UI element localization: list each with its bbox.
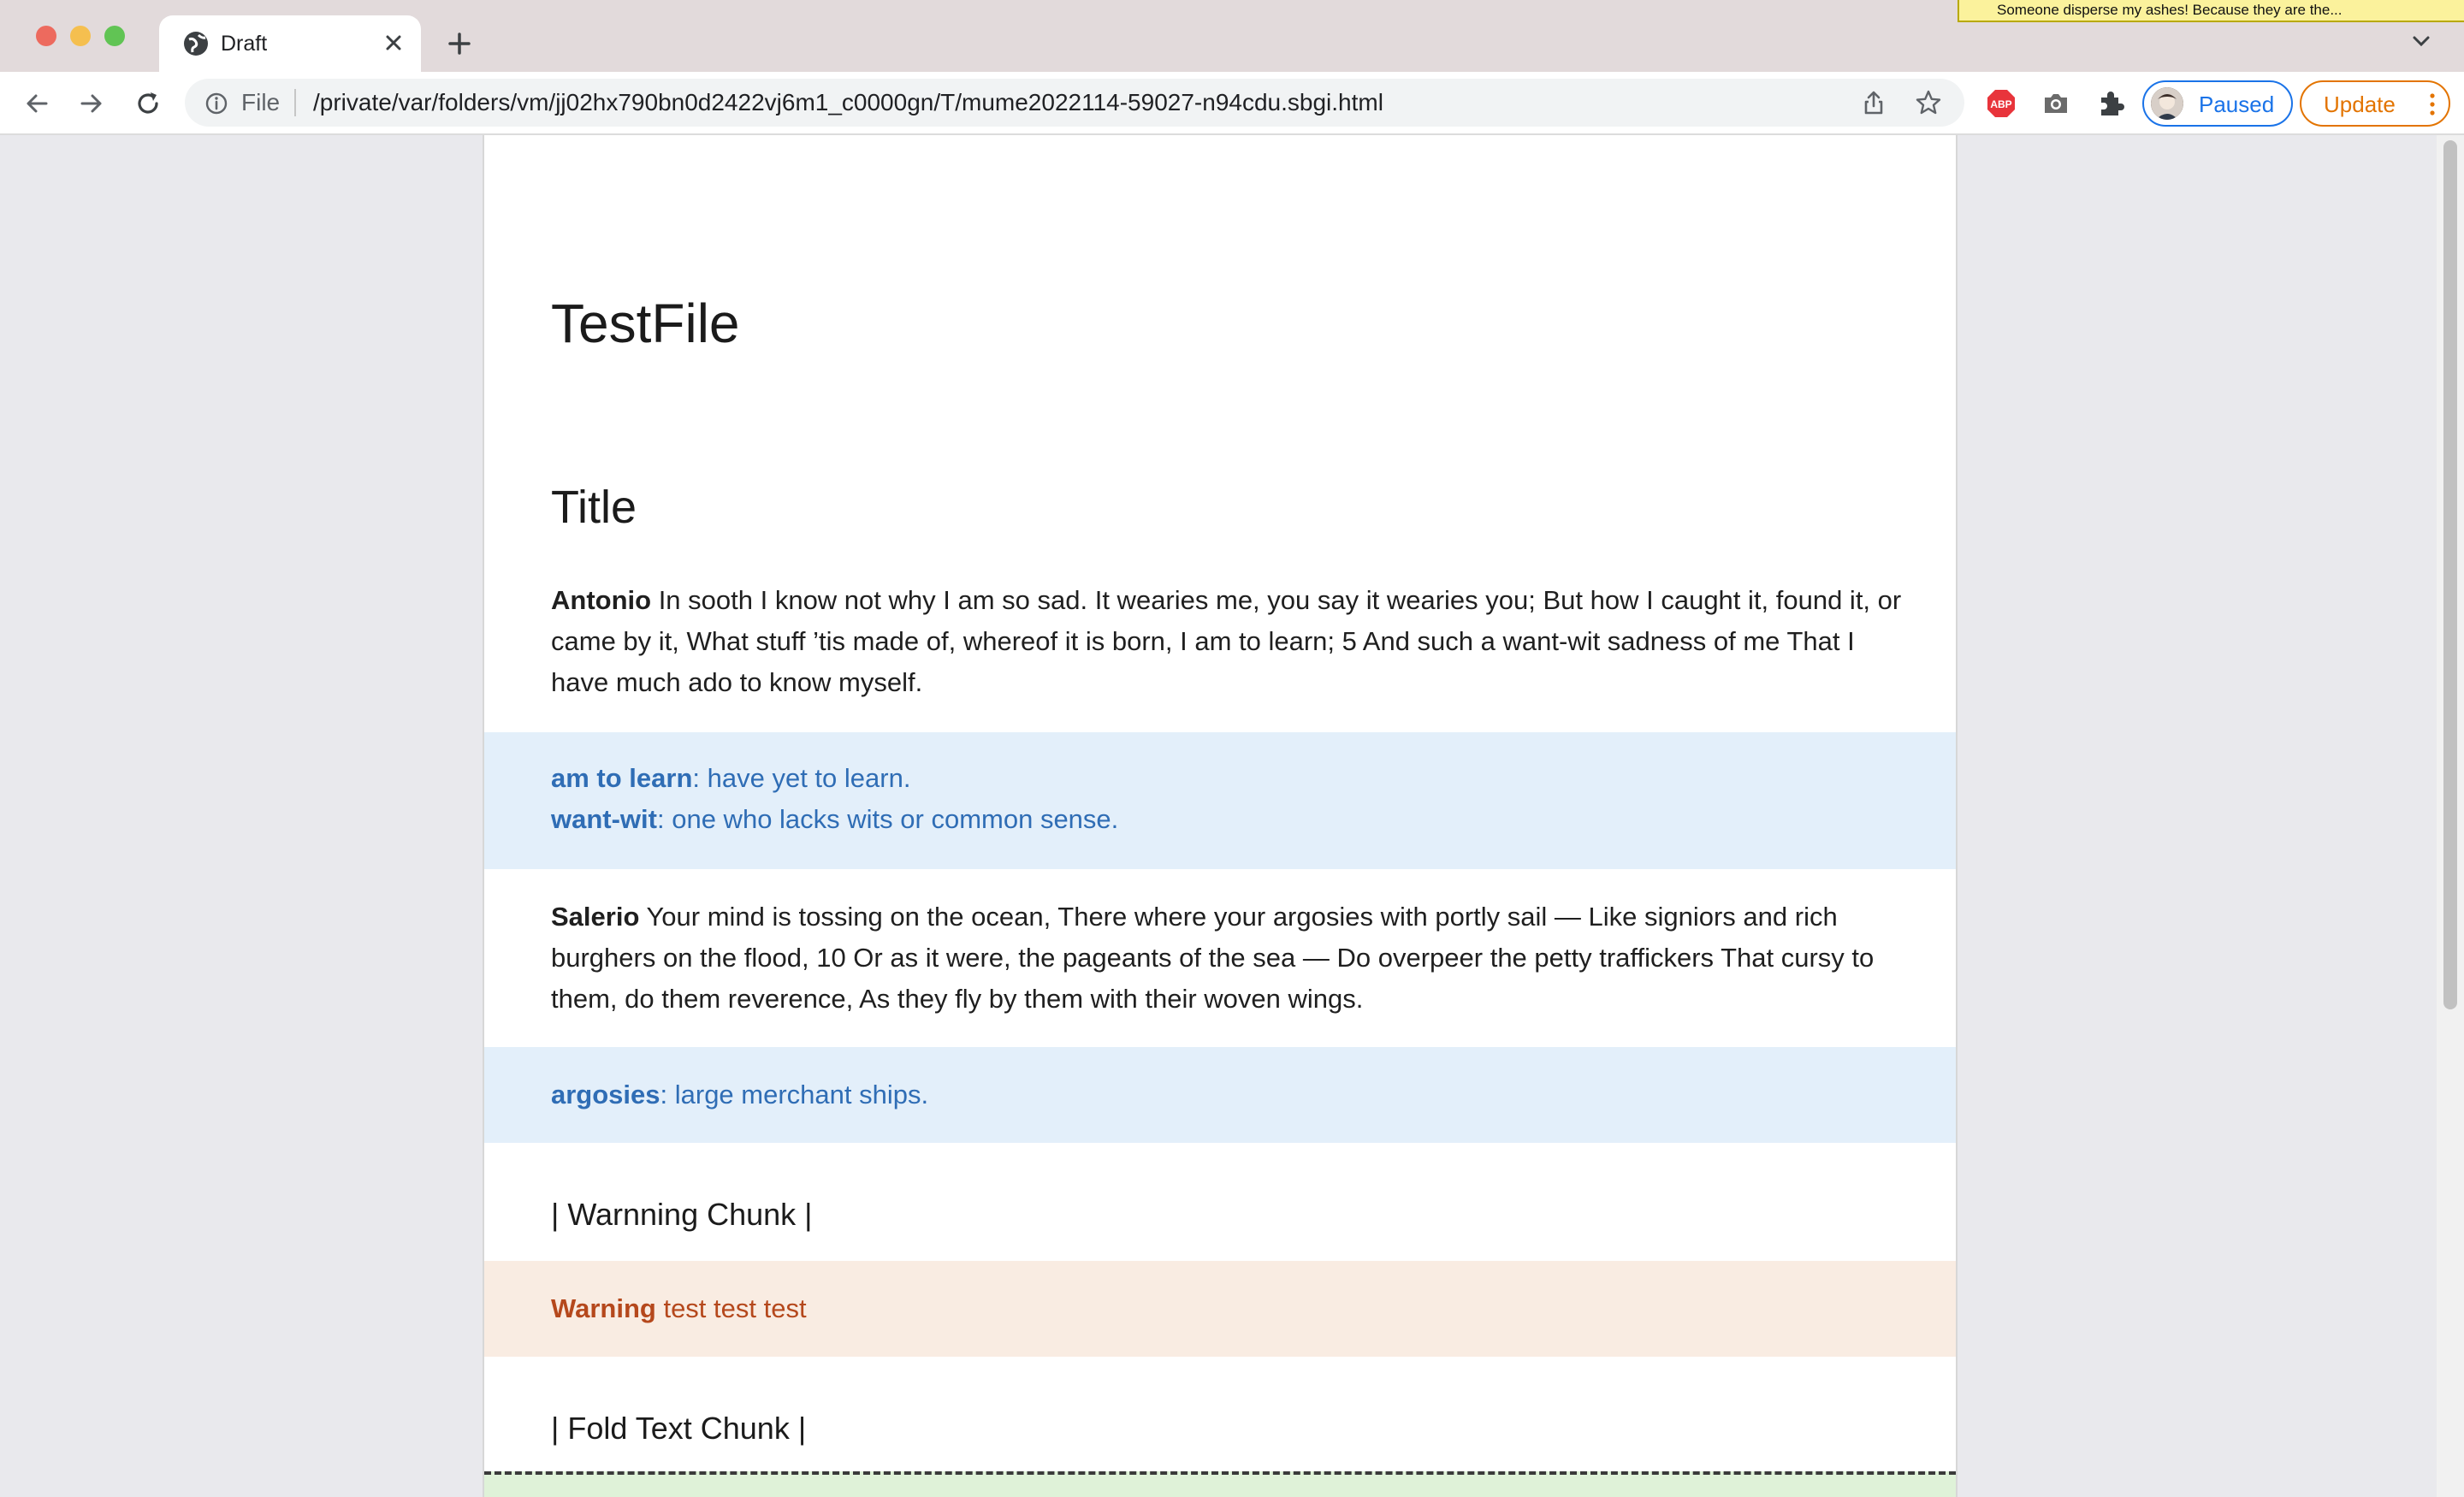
share-icon[interactable] (1860, 89, 1887, 116)
close-window-button[interactable] (36, 26, 56, 46)
gloss-note-box: am to learn: have yet to learn. want-wit… (484, 732, 1956, 869)
scrollbar-thumb[interactable] (2443, 140, 2457, 1009)
gloss-definition: : large merchant ships. (660, 1080, 929, 1109)
speaker-name: Salerio (551, 902, 640, 932)
info-icon[interactable] (204, 91, 229, 116)
gloss-term: argosies (551, 1080, 660, 1109)
document-heading: TestFile (551, 293, 740, 354)
gloss-entry: argosies: large merchant ships. (551, 1074, 928, 1115)
bookmark-star-icon[interactable] (1915, 89, 1942, 116)
gloss-definition: : one who lacks wits or common sense. (657, 804, 1119, 834)
update-label: Update (2324, 92, 2396, 117)
window-title-bar: Draft Someone disperse my ashes! Because… (0, 0, 2464, 72)
fold-chunk-heading: | Fold Text Chunk | (551, 1411, 807, 1446)
gloss-note-box: argosies: large merchant ships. (484, 1047, 1956, 1143)
update-button[interactable]: Update (2300, 80, 2450, 127)
chevron-down-icon[interactable] (2409, 29, 2433, 53)
tab-title: Draft (221, 32, 268, 56)
document-page: TestFile Title Antonio In sooth I know n… (483, 135, 1958, 1497)
avatar (2151, 87, 2183, 120)
warning-box: Warning test test test (484, 1261, 1956, 1357)
warning-text: Warning test test test (551, 1288, 807, 1329)
minimize-window-button[interactable] (70, 26, 91, 46)
reload-icon[interactable] (132, 87, 164, 120)
gloss-definition: : have yet to learn. (692, 763, 911, 793)
speaker-name: Antonio (551, 585, 652, 615)
new-tab-icon[interactable] (443, 27, 476, 60)
profile-button[interactable]: Paused (2142, 80, 2293, 127)
back-icon[interactable] (21, 87, 53, 120)
gloss-entry: am to learn: have yet to learn. (551, 758, 910, 799)
forward-icon[interactable] (75, 87, 108, 120)
paragraph-text: In sooth I know not why I am so sad. It … (551, 585, 1902, 697)
extensions-puzzle-icon[interactable] (2094, 87, 2127, 120)
fold-text-box[interactable] (484, 1471, 1956, 1497)
browser-toolbar: File /private/var/folders/vm/jj02hx790bn… (0, 72, 2464, 135)
gloss-term: am to learn (551, 763, 693, 793)
warning-body: test test test (655, 1293, 807, 1323)
globe-icon (184, 32, 208, 56)
tab-draft[interactable]: Draft (159, 15, 421, 72)
paragraph-antonio: Antonio In sooth I know not why I am so … (551, 580, 1906, 703)
url-text[interactable]: /private/var/folders/vm/jj02hx790bn0d242… (313, 89, 1383, 116)
tooltip: Someone disperse my ashes! Because they … (1958, 0, 2464, 22)
profile-status-label: Paused (2199, 92, 2275, 117)
camera-icon[interactable] (2040, 87, 2072, 120)
address-bar[interactable]: File /private/var/folders/vm/jj02hx790bn… (185, 79, 1964, 127)
gloss-term: want-wit (551, 804, 657, 834)
section-title: Title (551, 482, 637, 533)
omnibox-divider (294, 89, 296, 116)
kebab-menu-icon[interactable] (2428, 91, 2437, 118)
warning-chunk-heading: | Warnning Chunk | (551, 1197, 813, 1232)
url-scheme-label: File (241, 89, 281, 115)
page-viewport: TestFile Title Antonio In sooth I know n… (0, 135, 2464, 1497)
close-tab-icon[interactable] (380, 29, 407, 56)
paragraph-text: Your mind is tossing on the ocean, There… (551, 902, 1875, 1014)
gloss-entry: want-wit: one who lacks wits or common s… (551, 799, 1118, 840)
zoom-window-button[interactable] (104, 26, 125, 46)
adblock-badge: ABP (1990, 98, 2011, 110)
adblock-icon[interactable]: ABP (1985, 87, 2017, 120)
paragraph-salerio: Salerio Your mind is tossing on the ocea… (551, 896, 1906, 1020)
warning-label: Warning (551, 1293, 656, 1323)
